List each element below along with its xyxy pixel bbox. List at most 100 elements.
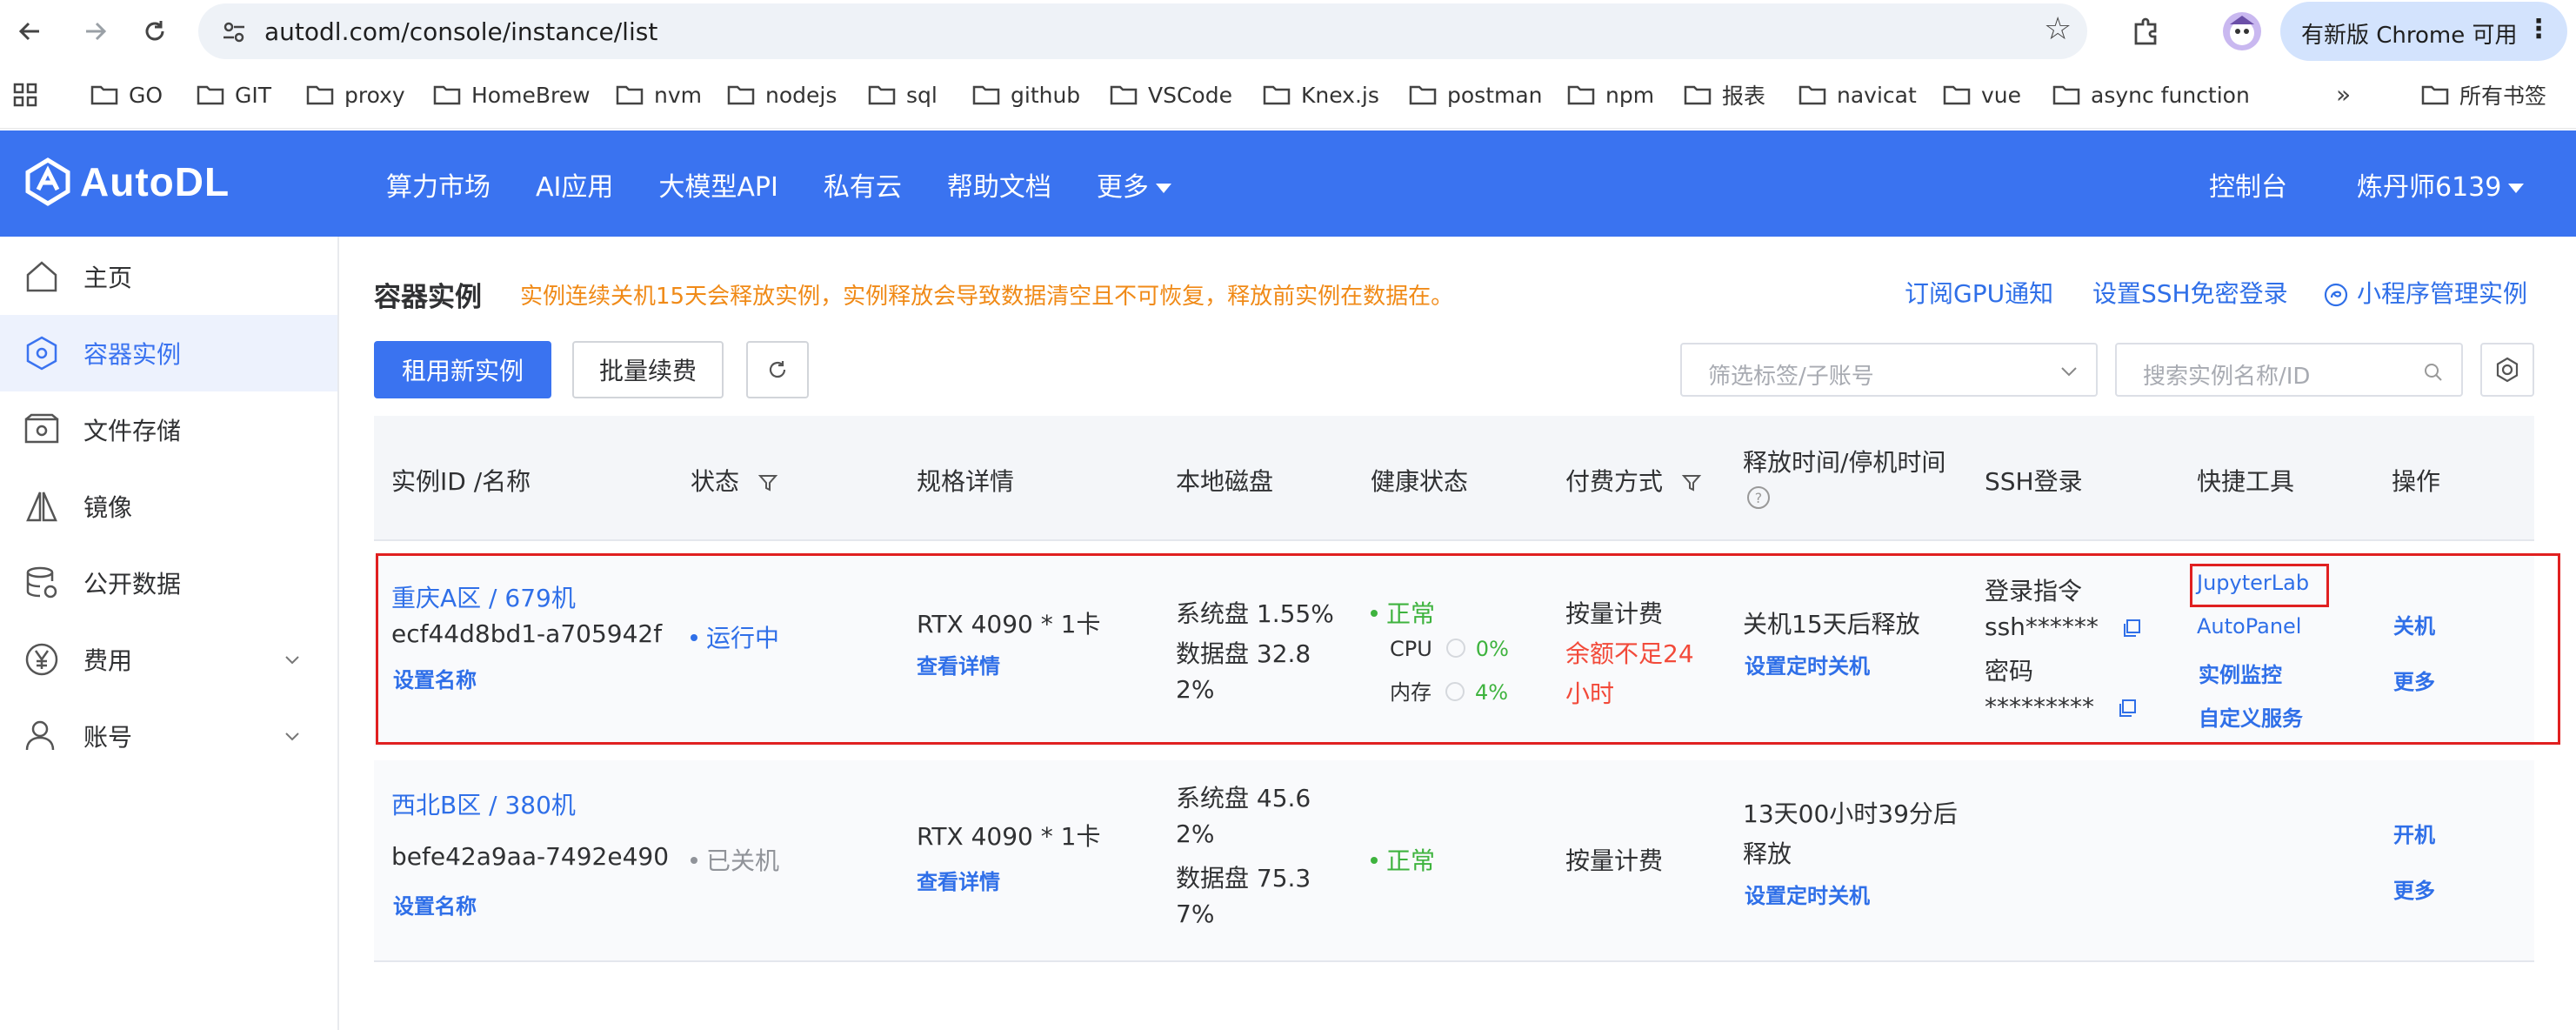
col-status: 状态 xyxy=(691,463,778,498)
nav-private-cloud[interactable]: 私有云 xyxy=(824,165,902,204)
autodl-logo[interactable]: AutoDL xyxy=(23,157,230,207)
extensions-icon[interactable] xyxy=(2129,14,2164,49)
col-disk: 本地磁盘 xyxy=(1176,467,1274,496)
folder-icon xyxy=(197,84,224,105)
chevron-down-icon xyxy=(2061,367,2077,377)
nav-help-docs[interactable]: 帮助文档 xyxy=(947,165,1051,204)
gpu-notify-link[interactable]: 订阅GPU通知 xyxy=(1905,275,2053,310)
url-text: autodl.com/console/instance/list xyxy=(264,17,658,46)
bookmark-item[interactable]: postman xyxy=(1409,80,1543,110)
apps-grid-icon[interactable] xyxy=(12,82,38,108)
bookmark-item[interactable]: nvm xyxy=(616,80,702,110)
rent-instance-button[interactable]: 租用新实例 xyxy=(374,341,551,398)
health-dot xyxy=(1371,857,1378,864)
sidebar-item-storage[interactable]: 文件存储 xyxy=(0,391,337,468)
miniprogram-link[interactable]: 小程序管理实例 xyxy=(2324,275,2527,310)
site-settings-icon[interactable] xyxy=(221,19,247,45)
home-icon xyxy=(26,261,57,292)
filter-icon[interactable] xyxy=(1681,472,1702,493)
disk-line: 7% xyxy=(1176,900,1215,928)
health-status: 正常 xyxy=(1371,842,1435,877)
bookmark-label: postman xyxy=(1447,82,1543,108)
bookmark-label: 报表 xyxy=(1722,84,1766,109)
more-actions-button[interactable]: 更多 xyxy=(2393,873,2435,904)
bookmark-item[interactable]: HomeBrew xyxy=(433,80,591,110)
sidebar-item-instances[interactable]: 容器实例 xyxy=(0,315,337,391)
search-input[interactable]: 搜索实例名称/ID xyxy=(2115,343,2463,397)
profile-avatar[interactable] xyxy=(2223,12,2261,50)
sidebar-item-public-data[interactable]: 公开数据 xyxy=(0,545,337,621)
refresh-button[interactable] xyxy=(746,341,809,398)
sidebar-item-account[interactable]: 账号 xyxy=(0,698,337,774)
help-icon[interactable]: ? xyxy=(1746,485,1771,510)
search-placeholder: 搜索实例名称/ID xyxy=(2143,364,2311,390)
bookmark-item[interactable]: github xyxy=(972,80,1080,110)
col-tools: 快捷工具 xyxy=(2197,467,2295,496)
batch-renew-button[interactable]: 批量续费 xyxy=(572,341,724,398)
top-nav: 算力市场 AI应用 大模型API 私有云 帮助文档 更多 xyxy=(386,165,1217,204)
sidebar-item-billing[interactable]: 费用 xyxy=(0,621,337,698)
folder-icon xyxy=(1409,84,1437,105)
bookmark-label: sql xyxy=(906,82,938,108)
status-dot xyxy=(691,857,697,864)
all-bookmarks[interactable]: 所有书签 xyxy=(2421,80,2546,110)
caret-down-icon xyxy=(1155,184,1171,193)
app-header: AutoDL 算力市场 AI应用 大模型API 私有云 帮助文档 更多 控制台 … xyxy=(0,130,2576,237)
filter-icon[interactable] xyxy=(757,472,778,493)
bookmark-label: async function xyxy=(2091,82,2250,108)
bookmark-item[interactable]: async function xyxy=(2052,80,2250,110)
user-menu[interactable]: 炼丹师6139 xyxy=(2357,165,2525,204)
miniprogram-icon xyxy=(2324,283,2348,307)
bookmark-item[interactable]: vue xyxy=(1943,80,2021,110)
gpu-spec: RTX 4090 * 1卡 xyxy=(917,822,1101,851)
back-button[interactable] xyxy=(12,14,47,49)
reload-button[interactable] xyxy=(137,14,172,49)
username: 炼丹师6139 xyxy=(2357,172,2502,203)
more-bookmarks-icon[interactable]: » xyxy=(2336,80,2351,109)
folder-icon xyxy=(90,84,118,105)
instance-name-link[interactable]: 西北B区 / 380机 xyxy=(391,786,576,821)
bookmark-label: nodejs xyxy=(765,82,838,108)
bookmark-item[interactable]: nodejs xyxy=(727,80,837,110)
arrow-right-icon xyxy=(86,22,107,41)
nav-ai-apps[interactable]: AI应用 xyxy=(536,165,613,204)
bookmark-item[interactable]: sql xyxy=(868,80,938,110)
bookmark-star-icon[interactable]: ☆ xyxy=(2044,14,2072,45)
forward-button[interactable] xyxy=(78,14,113,49)
kebab-menu-icon: ⋮ xyxy=(2526,14,2552,44)
column-settings-button[interactable] xyxy=(2480,343,2534,397)
bookmark-item[interactable]: proxy xyxy=(306,80,405,110)
folder-icon xyxy=(2421,84,2449,105)
sidebar-item-images[interactable]: 镜像 xyxy=(0,468,337,545)
sidebar-item-home[interactable]: 主页 xyxy=(0,238,337,315)
col-billing-label: 付费方式 xyxy=(1565,467,1664,496)
instance-id: befe42a9aa-7492e490 xyxy=(391,842,670,871)
ssh-setup-link[interactable]: 设置SSH免密登录 xyxy=(2092,275,2288,310)
bookmark-label: navicat xyxy=(1837,82,1917,108)
sidebar-label: 费用 xyxy=(83,646,133,675)
database-icon xyxy=(26,566,57,599)
tag-filter-select[interactable]: 筛选标签/子账号 xyxy=(1680,343,2098,397)
nav-more[interactable]: 更多 xyxy=(1097,165,1171,204)
bookmark-item[interactable]: GIT xyxy=(197,80,271,110)
highlight-jupyterlab-box xyxy=(2190,564,2329,607)
col-billing: 付费方式 xyxy=(1565,463,1702,498)
nav-compute-market[interactable]: 算力市场 xyxy=(386,165,491,204)
view-details-link[interactable]: 查看详情 xyxy=(917,865,1000,895)
bookmark-item[interactable]: npm xyxy=(1567,80,1654,110)
filter-placeholder: 筛选标签/子账号 xyxy=(1708,364,1874,390)
power-on-button[interactable]: 开机 xyxy=(2393,818,2435,848)
address-bar[interactable]: autodl.com/console/instance/list xyxy=(198,3,2087,59)
bookmark-item[interactable]: Knex.js xyxy=(1263,80,1379,110)
bookmark-item[interactable]: 报表 xyxy=(1684,80,1765,110)
bookmark-item[interactable]: GO xyxy=(90,80,163,110)
bookmark-item[interactable]: VSCode xyxy=(1110,80,1232,110)
nav-llm-api[interactable]: 大模型API xyxy=(658,165,777,204)
schedule-shutdown-link[interactable]: 设置定时关机 xyxy=(1745,879,1870,909)
bookmark-item[interactable]: navicat xyxy=(1799,80,1917,110)
gear-icon xyxy=(2496,357,2519,383)
bookmark-label: GO xyxy=(129,82,164,108)
console-link[interactable]: 控制台 xyxy=(2209,165,2287,204)
set-name-link[interactable]: 设置名称 xyxy=(393,889,477,920)
chrome-update-button[interactable]: 有新版 Chrome 可用 ⋮ xyxy=(2280,2,2567,61)
